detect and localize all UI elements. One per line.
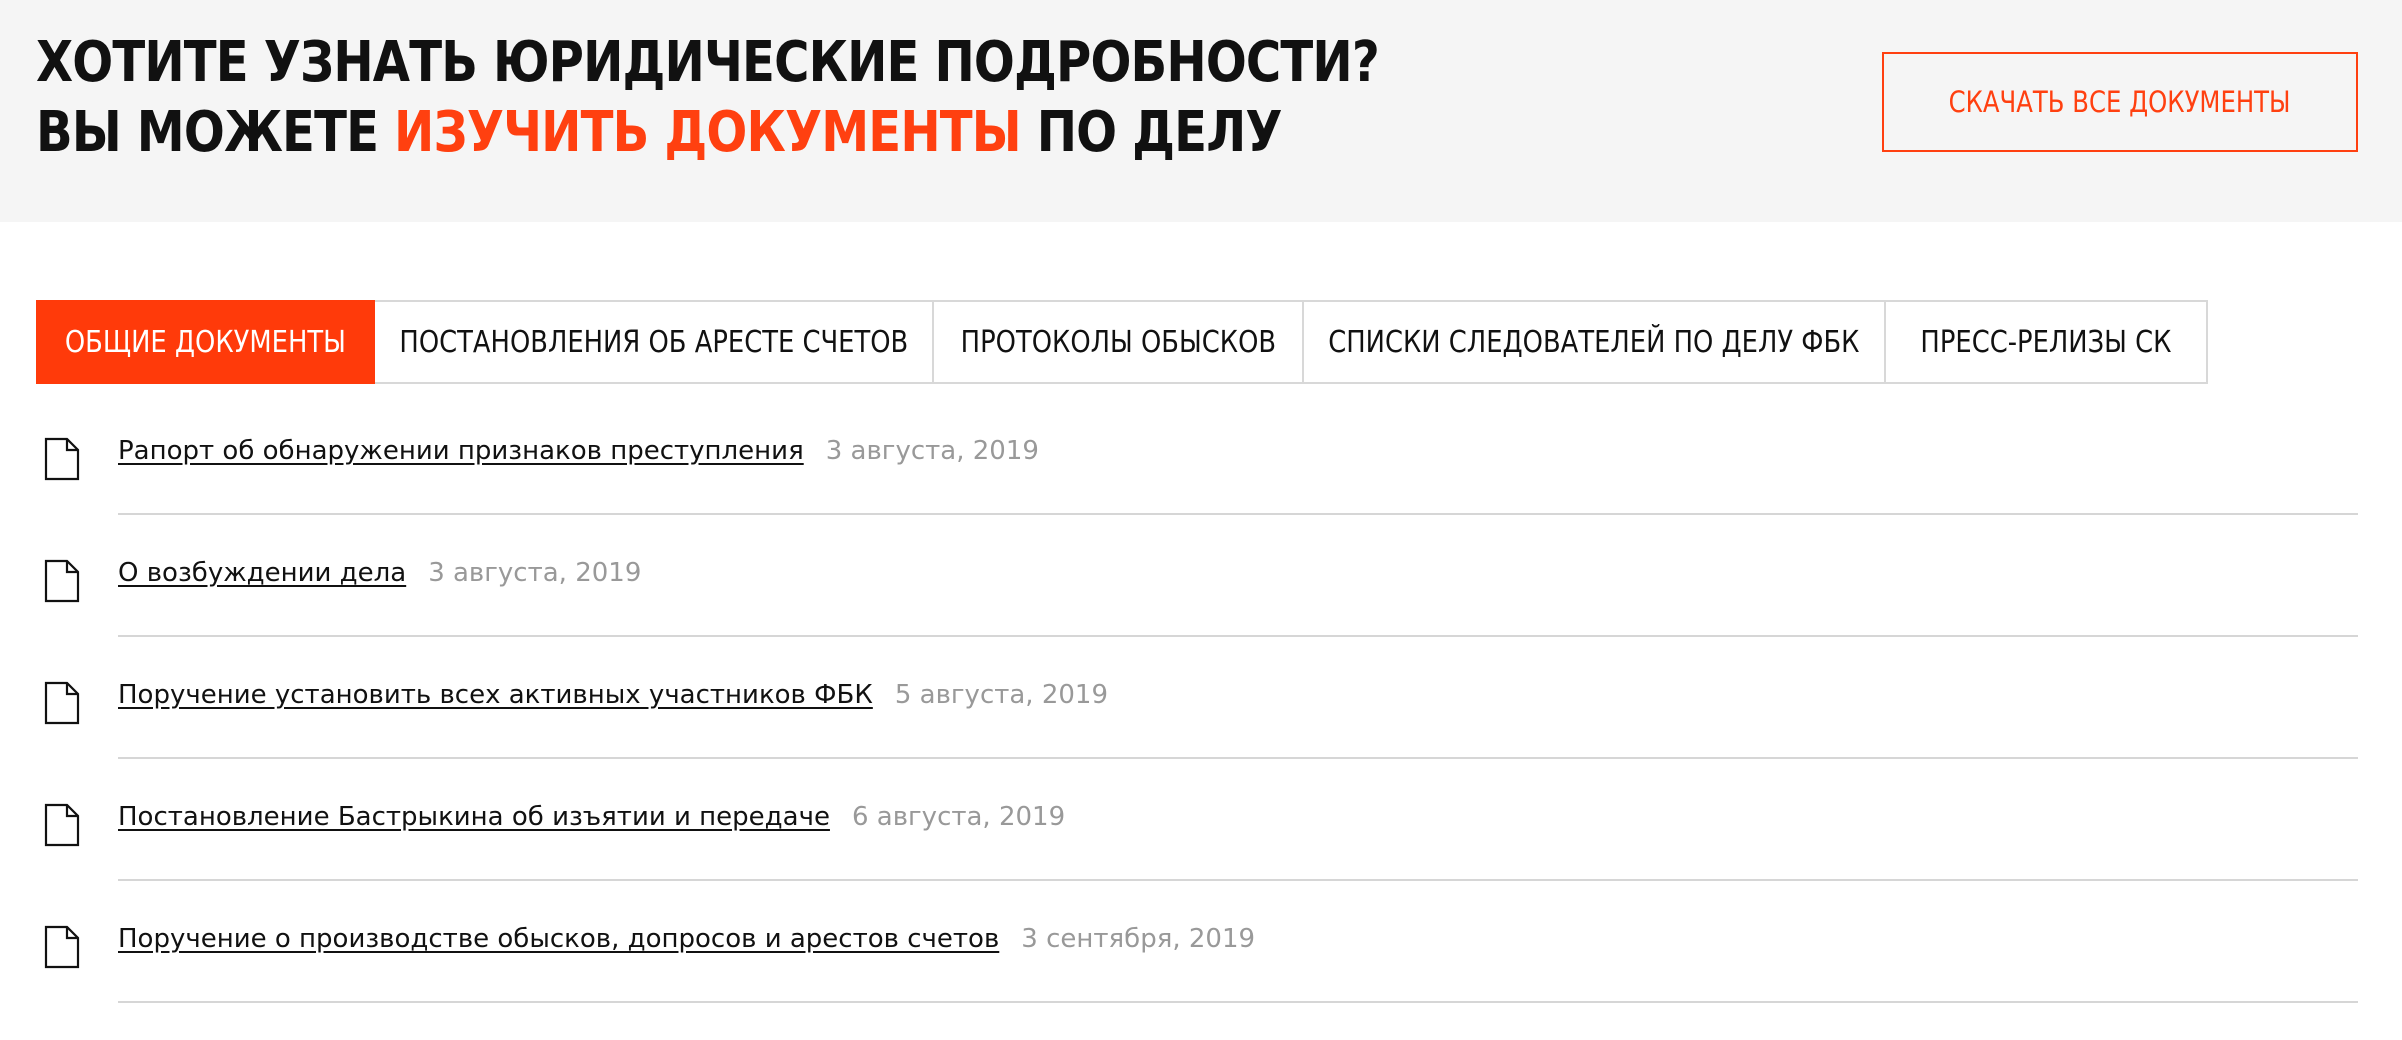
document-list: Рапорт об обнаружении признаков преступл… xyxy=(36,393,2358,1003)
tab-label: ОБЩИЕ ДОКУМЕНТЫ xyxy=(64,324,347,360)
document-row-body: Поручение установить всех активных участ… xyxy=(118,637,2358,759)
tab-label: ПРОТОКОЛЫ ОБЫСКОВ xyxy=(960,324,1276,360)
headline-accent-text: ИЗУЧИТЬ ДОКУМЕНТЫ xyxy=(394,100,1022,165)
tab-account-arrest-resolutions[interactable]: ПОСТАНОВЛЕНИЯ ОБ АРЕСТЕ СЧЕТОВ xyxy=(375,300,934,384)
tab-press-releases[interactable]: ПРЕСС-РЕЛИЗЫ СК xyxy=(1886,300,2208,384)
document-row-body: Рапорт об обнаружении признаков преступл… xyxy=(118,393,2358,515)
tab-label: ПРЕСС-РЕЛИЗЫ СК xyxy=(1920,324,2172,360)
headline-line-2-start: ВЫ МОЖЕТЕ xyxy=(36,100,395,165)
tab-label: СПИСКИ СЛЕДОВАТЕЛЕЙ ПО ДЕЛУ ФБК xyxy=(1328,324,1860,360)
document-list-item: О возбуждении дела 3 августа, 2019 xyxy=(36,515,2358,637)
headline-line-1: ХОТИТЕ УЗНАТЬ ЮРИДИЧЕСКИЕ ПОДРОБНОСТИ? xyxy=(36,30,1380,95)
tab-label: ПОСТАНОВЛЕНИЯ ОБ АРЕСТЕ СЧЕТОВ xyxy=(399,324,908,360)
document-title-line: О возбуждении дела 3 августа, 2019 xyxy=(118,555,641,591)
download-all-documents-label: СКАЧАТЬ ВСЕ ДОКУМЕНТЫ xyxy=(1949,85,2291,119)
tab-general-documents[interactable]: ОБЩИЕ ДОКУМЕНТЫ xyxy=(36,300,375,384)
document-row-body: Постановление Бастрыкина об изъятии и пе… xyxy=(118,759,2358,881)
document-icon xyxy=(44,681,80,725)
document-link[interactable]: Поручение установить всех активных участ… xyxy=(118,680,873,710)
document-row-body: О возбуждении дела 3 августа, 2019 xyxy=(118,515,2358,637)
page-headline: ХОТИТЕ УЗНАТЬ ЮРИДИЧЕСКИЕ ПОДРОБНОСТИ? В… xyxy=(36,28,1380,168)
document-title-line: Рапорт об обнаружении признаков преступл… xyxy=(118,433,1039,469)
document-date: 5 августа, 2019 xyxy=(894,680,1109,710)
document-title-line: Постановление Бастрыкина об изъятии и пе… xyxy=(118,799,1065,835)
download-all-documents-button[interactable]: СКАЧАТЬ ВСЕ ДОКУМЕНТЫ xyxy=(1882,52,2358,152)
document-list-item: Поручение о производстве обысков, допрос… xyxy=(36,881,2358,1003)
headline-line-2-end: ПО ДЕЛУ xyxy=(1020,100,1283,165)
document-date: 3 сентября, 2019 xyxy=(1021,924,1256,954)
document-icon xyxy=(44,437,80,481)
document-icon xyxy=(44,925,80,969)
document-icon xyxy=(44,803,80,847)
document-link[interactable]: О возбуждении дела xyxy=(118,558,406,588)
document-date: 6 августа, 2019 xyxy=(851,802,1066,832)
document-category-tabs: ОБЩИЕ ДОКУМЕНТЫ ПОСТАНОВЛЕНИЯ ОБ АРЕСТЕ … xyxy=(36,300,2208,384)
document-icon xyxy=(44,559,80,603)
document-link[interactable]: Постановление Бастрыкина об изъятии и пе… xyxy=(118,802,830,832)
tab-investigators-lists[interactable]: СПИСКИ СЛЕДОВАТЕЛЕЙ ПО ДЕЛУ ФБК xyxy=(1304,300,1886,384)
document-date: 3 августа, 2019 xyxy=(428,558,642,588)
document-title-line: Поручение о производстве обысков, допрос… xyxy=(118,921,1255,957)
document-row-body: Поручение о производстве обысков, допрос… xyxy=(118,881,2358,1003)
document-link[interactable]: Поручение о производстве обысков, допрос… xyxy=(118,924,999,954)
document-date: 3 августа, 2019 xyxy=(825,436,1039,466)
document-list-item: Рапорт об обнаружении признаков преступл… xyxy=(36,393,2358,515)
page-header: ХОТИТЕ УЗНАТЬ ЮРИДИЧЕСКИЕ ПОДРОБНОСТИ? В… xyxy=(0,0,2402,222)
document-title-line: Поручение установить всех активных участ… xyxy=(118,677,1108,713)
document-link[interactable]: Рапорт об обнаружении признаков преступл… xyxy=(118,436,804,466)
document-list-item: Поручение установить всех активных участ… xyxy=(36,637,2358,759)
tab-search-protocols[interactable]: ПРОТОКОЛЫ ОБЫСКОВ xyxy=(934,300,1304,384)
document-list-item: Постановление Бастрыкина об изъятии и пе… xyxy=(36,759,2358,881)
